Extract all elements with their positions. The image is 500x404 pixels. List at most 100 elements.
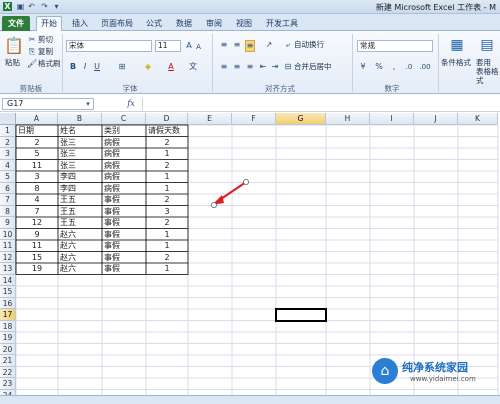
table-format-button[interactable]: 套用 表格格式: [476, 58, 500, 85]
active-cell-g17[interactable]: [275, 308, 327, 322]
increase-font-icon[interactable]: A: [184, 41, 194, 51]
align-middle-icon[interactable]: ≡: [232, 40, 242, 50]
copy-button[interactable]: 复制: [38, 47, 53, 57]
cell-b3[interactable]: 张三: [58, 148, 102, 160]
save-icon[interactable]: ▣: [16, 2, 25, 11]
format-painter-button[interactable]: 格式刷: [38, 59, 61, 69]
cell-c7[interactable]: 事假: [102, 194, 146, 206]
cell-b7[interactable]: 王五: [58, 194, 102, 206]
font-name-select[interactable]: 宋体: [66, 40, 152, 52]
cell-d8[interactable]: 3: [146, 206, 188, 218]
cell-b8[interactable]: 王五: [58, 206, 102, 218]
align-bottom-icon[interactable]: ≡: [245, 40, 255, 52]
decrease-font-icon[interactable]: A: [194, 42, 203, 52]
underline-icon[interactable]: U: [92, 62, 102, 72]
bold-icon[interactable]: B: [68, 62, 78, 72]
cell-b6[interactable]: 李四: [58, 183, 102, 195]
cell-a1[interactable]: 日期: [16, 125, 58, 137]
tab-file[interactable]: 文件: [2, 16, 30, 31]
decrease-indent-icon[interactable]: ⇤: [258, 62, 268, 72]
cell-a4[interactable]: 11: [16, 160, 58, 172]
name-box-dropdown-icon[interactable]: ▾: [84, 99, 92, 109]
cell-c2[interactable]: 病假: [102, 137, 146, 149]
cell-a7[interactable]: 4: [16, 194, 58, 206]
tab-home[interactable]: 开始: [36, 16, 62, 32]
cell-d3[interactable]: 1: [146, 148, 188, 160]
tab-review[interactable]: 审阅: [202, 17, 226, 30]
cell-c8[interactable]: 事假: [102, 206, 146, 218]
currency-icon[interactable]: ¥: [357, 62, 369, 72]
cell-b12[interactable]: 赵六: [58, 252, 102, 264]
cell-d6[interactable]: 1: [146, 183, 188, 195]
conditional-format-button[interactable]: 条件格式: [441, 58, 471, 68]
paste-button[interactable]: 粘贴: [5, 58, 20, 68]
cell-b13[interactable]: 赵六: [58, 263, 102, 275]
cell-a5[interactable]: 3: [16, 171, 58, 183]
cell-b4[interactable]: 张三: [58, 160, 102, 172]
tab-developer[interactable]: 开发工具: [262, 17, 302, 30]
font-size-select[interactable]: 11: [155, 40, 181, 52]
phonetic-icon[interactable]: 文: [187, 62, 199, 72]
cell-c5[interactable]: 病假: [102, 171, 146, 183]
tab-view[interactable]: 视图: [232, 17, 256, 30]
tab-insert[interactable]: 插入: [68, 17, 92, 30]
cell-b9[interactable]: 王五: [58, 217, 102, 229]
cell-d1[interactable]: 请假天数: [146, 125, 188, 137]
comma-style-icon[interactable]: ,: [388, 62, 400, 72]
cell-a12[interactable]: 15: [16, 252, 58, 264]
cell-c11[interactable]: 事假: [102, 240, 146, 252]
cut-button[interactable]: 剪切: [38, 35, 53, 45]
name-box[interactable]: G17: [2, 98, 94, 110]
percent-icon[interactable]: %: [373, 62, 385, 72]
cell-c4[interactable]: 病假: [102, 160, 146, 172]
cell-d2[interactable]: 2: [146, 137, 188, 149]
cell-a8[interactable]: 7: [16, 206, 58, 218]
cell-a11[interactable]: 11: [16, 240, 58, 252]
font-color-icon[interactable]: A: [165, 62, 177, 72]
redo-icon[interactable]: ↷: [40, 2, 49, 11]
decrease-decimal-icon[interactable]: .00: [418, 62, 432, 72]
orientation-icon[interactable]: ↗: [263, 40, 275, 50]
worksheet-grid[interactable]: ABCDEFGHIJK 1 2 3 4 5 6 7 8 9 10 11 12 13 14 15 16 17 18 1…: [0, 113, 500, 404]
cell-c3[interactable]: 病假: [102, 148, 146, 160]
align-left-icon[interactable]: ≡: [219, 62, 229, 72]
tab-formulas[interactable]: 公式: [142, 17, 166, 30]
tab-data[interactable]: 数据: [172, 17, 196, 30]
insert-function-button[interactable]: fx: [124, 99, 138, 109]
italic-icon[interactable]: I: [80, 62, 90, 72]
cell-b1[interactable]: 姓名: [58, 125, 102, 137]
cell-d7[interactable]: 2: [146, 194, 188, 206]
cell-a2[interactable]: 2: [16, 137, 58, 149]
number-format-select[interactable]: 常规: [357, 40, 433, 52]
cell-c9[interactable]: 事假: [102, 217, 146, 229]
cell-c13[interactable]: 事假: [102, 263, 146, 275]
cell-d9[interactable]: 2: [146, 217, 188, 229]
cell-c1[interactable]: 类别: [102, 125, 146, 137]
cell-c10[interactable]: 事假: [102, 229, 146, 241]
cell-b5[interactable]: 李四: [58, 171, 102, 183]
tab-page-layout[interactable]: 页面布局: [98, 17, 136, 30]
formula-input[interactable]: [142, 98, 496, 110]
fill-color-icon[interactable]: ◈: [142, 62, 154, 72]
wrap-text-button[interactable]: 自动换行: [294, 40, 324, 50]
align-top-icon[interactable]: ≡: [219, 40, 229, 50]
cell-d12[interactable]: 2: [146, 252, 188, 264]
cell-b10[interactable]: 赵六: [58, 229, 102, 241]
customize-quick-access-icon[interactable]: ▾: [52, 2, 61, 11]
cell-c12[interactable]: 事假: [102, 252, 146, 264]
paste-icon[interactable]: 📋: [4, 35, 24, 57]
cell-c6[interactable]: 病假: [102, 183, 146, 195]
cell-a3[interactable]: 5: [16, 148, 58, 160]
cell-b2[interactable]: 张三: [58, 137, 102, 149]
align-right-icon[interactable]: ≡: [245, 62, 255, 72]
cell-a9[interactable]: 12: [16, 217, 58, 229]
cell-b11[interactable]: 赵六: [58, 240, 102, 252]
undo-icon[interactable]: ↶: [27, 2, 36, 11]
borders-icon[interactable]: ⊞: [116, 62, 128, 72]
merge-center-button[interactable]: 合并后居中: [294, 62, 332, 72]
increase-indent-icon[interactable]: ⇥: [270, 62, 280, 72]
cell-d5[interactable]: 1: [146, 171, 188, 183]
cell-a13[interactable]: 19: [16, 263, 58, 275]
cell-d11[interactable]: 1: [146, 240, 188, 252]
cell-a6[interactable]: 8: [16, 183, 58, 195]
